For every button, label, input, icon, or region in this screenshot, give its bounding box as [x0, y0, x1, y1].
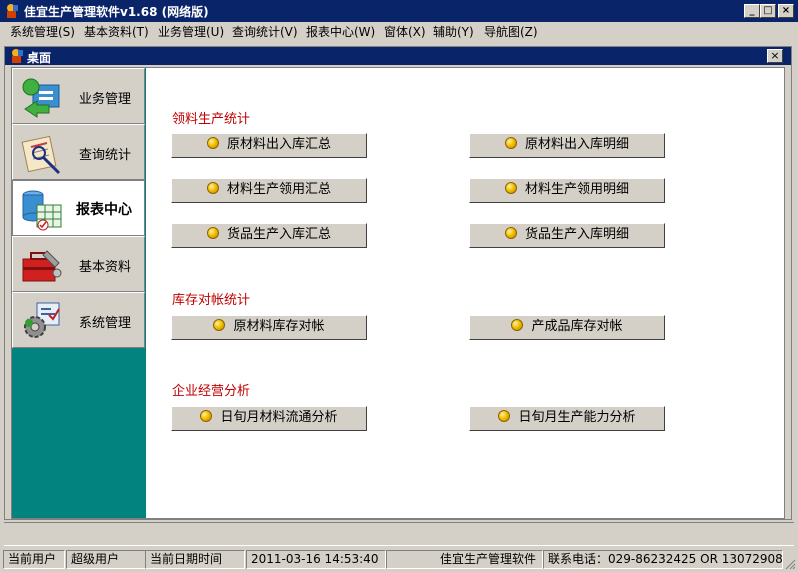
report-button-raw-material-reconcile[interactable]: 原材料库存对帐: [171, 315, 367, 340]
report-button-label: 货品生产入库明细: [524, 227, 629, 242]
menu-navigation[interactable]: 导航图(Z): [484, 24, 538, 40]
menu-business[interactable]: 业务管理(U): [158, 24, 224, 40]
report-button-label: 日旬月材料流通分析: [220, 410, 338, 425]
child-window-title: 桌面: [27, 51, 52, 65]
child-close-button[interactable]: ×: [767, 49, 783, 63]
menu-system[interactable]: 系统管理(S): [10, 24, 75, 40]
sidebar-item-label: 系统管理: [79, 316, 132, 331]
status-datetime-value: 2011-03-16 14:53:40: [246, 550, 386, 569]
report-icon: [22, 190, 62, 231]
menu-basic-data[interactable]: 基本资料(T): [84, 24, 149, 40]
report-button-raw-material-io-detail[interactable]: 原材料出入库明细: [469, 133, 665, 158]
report-button-label: 原材料出入库汇总: [226, 137, 331, 152]
sidebar-item-business[interactable]: 业务管理: [12, 68, 145, 124]
report-button-label: 材料生产领用明细: [524, 182, 629, 197]
business-icon: [22, 78, 60, 118]
report-button-material-usage-summary[interactable]: 材料生产领用汇总: [171, 178, 367, 203]
maximize-button[interactable]: □: [760, 4, 776, 18]
bottom-strip: [4, 522, 794, 546]
report-button-raw-material-io-summary[interactable]: 原材料出入库汇总: [171, 133, 367, 158]
window-title: 佳宜生产管理软件v1.68 (网络版): [24, 5, 209, 19]
minimize-button[interactable]: _: [744, 4, 760, 18]
bullet-icon: [511, 319, 524, 331]
sidebar-item-query[interactable]: 查询统计: [12, 124, 145, 180]
menu-reports[interactable]: 报表中心(W): [306, 24, 375, 40]
report-button-finished-goods-reconcile[interactable]: 产成品库存对帐: [469, 315, 665, 340]
bullet-icon: [200, 410, 213, 422]
child-window-icon: [12, 49, 23, 63]
bullet-icon: [498, 410, 511, 422]
settings-icon: [24, 302, 60, 338]
bullet-icon: [504, 137, 517, 149]
status-product-name: 佳宜生产管理软件: [386, 550, 543, 569]
menu-window[interactable]: 窗体(X): [384, 24, 426, 40]
resize-grip-icon[interactable]: [784, 558, 796, 570]
report-button-goods-inbound-detail[interactable]: 货品生产入库明细: [469, 223, 665, 248]
query-icon: [21, 135, 61, 175]
report-button-label: 材料生产领用汇总: [226, 182, 331, 197]
status-contact: 联系电话：029-86232425 OR 13072908445: [543, 550, 783, 569]
status-user-value: 超级用户: [66, 550, 146, 569]
menu-bar: 系统管理(S) 基本资料(T) 业务管理(U) 查询统计(V) 报表中心(W) …: [0, 22, 798, 42]
report-button-material-flow-analysis[interactable]: 日旬月材料流通分析: [171, 406, 367, 431]
toolbox-icon: [22, 250, 62, 282]
section-title-business-analysis: 企业经营分析: [172, 384, 251, 399]
sidebar-item-label: 业务管理: [79, 92, 132, 107]
sidebar-item-label: 报表中心: [76, 202, 132, 218]
sidebar-item-label: 查询统计: [79, 148, 132, 163]
section-title-material-production: 领料生产统计: [172, 112, 251, 127]
menu-help[interactable]: 辅助(Y): [433, 24, 474, 40]
sidebar-item-basic-data[interactable]: 基本资料: [12, 236, 145, 292]
close-button[interactable]: ×: [778, 4, 794, 18]
sidebar-item-label: 基本资料: [79, 260, 132, 275]
status-user-label: 当前用户: [3, 550, 65, 569]
bullet-icon: [213, 319, 226, 331]
bullet-icon: [206, 137, 219, 149]
app-logo-icon: [7, 4, 18, 18]
bullet-icon: [504, 182, 517, 194]
report-button-label: 货品生产入库汇总: [226, 227, 331, 242]
sidebar-item-system[interactable]: 系统管理: [12, 292, 145, 348]
status-datetime-label: 当前日期时间: [145, 550, 245, 569]
section-title-inventory-reconcile: 库存对帐统计: [172, 293, 251, 308]
bullet-icon: [504, 227, 517, 239]
menu-query[interactable]: 查询统计(V): [232, 24, 298, 40]
sidebar: 业务管理 查询统计 报表中心 基本资料 系统管理: [12, 68, 146, 518]
report-button-label: 原材料出入库明细: [524, 137, 629, 152]
window-title-bar: 佳宜生产管理软件v1.68 (网络版) _ □ ×: [0, 0, 798, 22]
report-button-material-usage-detail[interactable]: 材料生产领用明细: [469, 178, 665, 203]
bullet-icon: [206, 182, 219, 194]
report-button-label: 原材料库存对帐: [233, 319, 325, 334]
sidebar-item-reports[interactable]: 报表中心: [12, 180, 145, 236]
report-button-label: 日旬月生产能力分析: [518, 410, 636, 425]
report-button-label: 产成品库存对帐: [531, 319, 623, 334]
bullet-icon: [206, 227, 219, 239]
child-window-title-bar: 桌面 ×: [5, 47, 791, 65]
report-button-goods-inbound-summary[interactable]: 货品生产入库汇总: [171, 223, 367, 248]
report-button-production-capacity-analysis[interactable]: 日旬月生产能力分析: [469, 406, 665, 431]
